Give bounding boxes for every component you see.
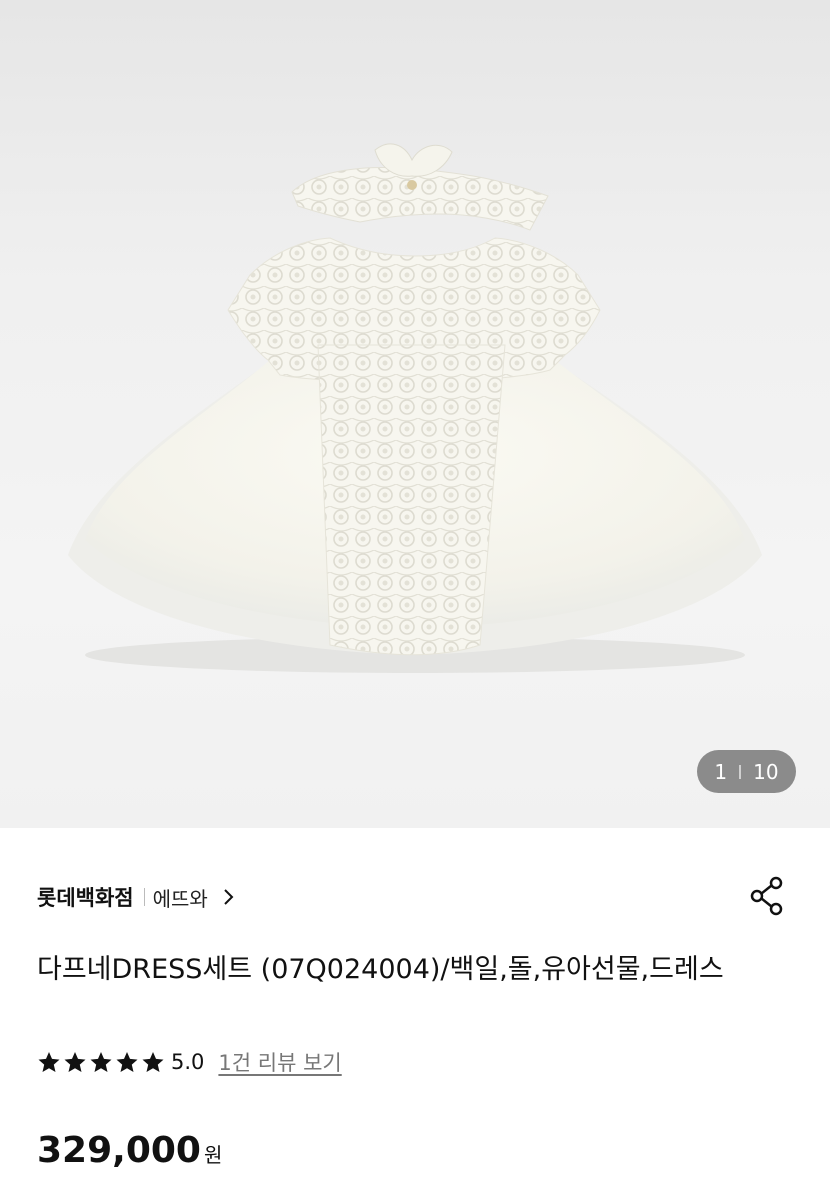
product-title: 다프네DRESS세트 (07Q024004)/백일,돌,유아선물,드레스 bbox=[37, 954, 724, 985]
star-icon bbox=[64, 1052, 86, 1072]
product-image-gallery[interactable]: 1 10 bbox=[0, 0, 830, 828]
rating-row: 5.0 1건 리뷰 보기 bbox=[37, 1042, 342, 1082]
current-image-index: 1 bbox=[714, 759, 728, 784]
price-row: 329,000 원 bbox=[37, 1130, 222, 1190]
rating-score: 5.0 bbox=[171, 1050, 205, 1074]
price-value: 329,000 bbox=[37, 1130, 201, 1171]
store-divider bbox=[143, 888, 145, 906]
rating-stars bbox=[37, 1050, 165, 1074]
store-name[interactable]: 롯데백화점 bbox=[37, 882, 134, 912]
star-icon bbox=[90, 1052, 112, 1072]
currency-label: 원 bbox=[203, 1143, 223, 1167]
counter-divider bbox=[739, 764, 742, 779]
star-icon bbox=[142, 1052, 164, 1072]
store-brand-row[interactable]: 롯데백화점 에뜨와 bbox=[37, 877, 238, 917]
total-image-count: 10 bbox=[753, 759, 779, 784]
review-link[interactable]: 1건 리뷰 보기 bbox=[218, 1047, 341, 1077]
star-icon bbox=[38, 1052, 60, 1072]
chevron-right-icon[interactable] bbox=[222, 886, 238, 908]
image-counter: 1 10 bbox=[697, 750, 796, 793]
star-icon bbox=[116, 1052, 138, 1072]
product-image bbox=[68, 143, 762, 673]
brand-name[interactable]: 에뜨와 bbox=[153, 883, 208, 912]
share-icon[interactable] bbox=[748, 874, 786, 918]
